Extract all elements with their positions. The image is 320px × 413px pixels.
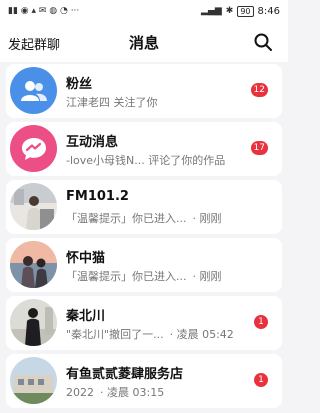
preview-time: · 凌晨 05:42 <box>169 328 234 341</box>
message-item-huaizhongmao[interactable]: 怀中猫 「温馨提示」你已进入... · 刚刚 <box>6 238 282 292</box>
message-name: 秦北川 <box>66 309 106 324</box>
status-time: 8:46 <box>257 5 280 17</box>
start-group-chat-button[interactable]: 发起群聊 <box>8 34 60 53</box>
message-item-qinbeichuan[interactable]: 秦北川 "秦北川"撤回了一... · 凌晨 05:42 1 <box>6 296 282 350</box>
unread-badge: 12 <box>250 83 268 97</box>
preview-time: · 凌晨 03:15 <box>100 386 165 399</box>
interaction-icon <box>10 125 57 172</box>
preview-time: · 刚刚 <box>192 212 222 225</box>
avatar <box>10 357 57 404</box>
preview-text: 「温馨提示」你已进入... <box>66 270 187 283</box>
message-name: 有鱼贰贰菱肆服务店 <box>66 367 184 382</box>
message-item-store[interactable]: 有鱼贰贰菱肆服务店 2022 · 凌晨 03:15 1 <box>6 354 282 408</box>
battery-level: 90 <box>237 5 254 17</box>
message-name: 粉丝 <box>66 77 93 92</box>
fans-icon <box>10 67 57 114</box>
page-title: 消息 <box>128 33 159 52</box>
preview-text: -love小母钱N... 评论了你的作品 <box>66 154 226 167</box>
status-right-icons: ▂▄▆ ✱ 90 8:46 <box>201 5 280 17</box>
preview-time: · 刚刚 <box>192 270 222 283</box>
status-bar: ▮▮ ◉ ▴ ✉ ◍ ◔ ··· ▂▄▆ ✱ 90 8:46 <box>0 0 288 22</box>
message-name: 怀中猫 <box>66 251 106 266</box>
message-preview: 「温馨提示」你已进入... · 刚刚 <box>66 268 246 284</box>
preview-text: 2022 <box>66 386 94 399</box>
preview-text: "秦北川"撤回了一... <box>66 328 164 341</box>
message-list: 粉丝 江津老四 关注了你 12 互动消息 -love小母钱N... 评论了你的作… <box>6 64 282 412</box>
message-preview: 江津老四 关注了你 <box>66 94 246 110</box>
preview-text: 江津老四 关注了你 <box>66 96 158 109</box>
signal-icon: ▂▄▆ <box>201 6 222 16</box>
message-name: FM101.2 <box>66 189 129 204</box>
avatar <box>10 183 57 230</box>
notification-icons: ▮▮ ◉ ▴ ✉ ◍ ◔ ··· <box>8 6 80 16</box>
message-item-fans[interactable]: 粉丝 江津老四 关注了你 12 <box>6 64 282 118</box>
unread-badge: 1 <box>254 373 268 387</box>
message-item-interactions[interactable]: 互动消息 -love小母钱N... 评论了你的作品 17 <box>6 122 282 176</box>
status-left-icons: ▮▮ ◉ ▴ ✉ ◍ ◔ ··· <box>8 6 79 16</box>
message-name: 互动消息 <box>66 135 119 150</box>
unread-badge: 17 <box>250 141 268 155</box>
message-preview: 2022 · 凌晨 03:15 <box>66 384 246 400</box>
message-preview: -love小母钱N... 评论了你的作品 <box>66 152 246 168</box>
avatar <box>10 299 57 346</box>
message-preview: 「温馨提示」你已进入... · 刚刚 <box>66 210 246 226</box>
preview-text: 「温馨提示」你已进入... <box>66 212 187 225</box>
unread-badge: 1 <box>254 315 268 329</box>
avatar <box>10 241 57 288</box>
search-icon[interactable] <box>254 33 272 51</box>
message-preview: "秦北川"撤回了一... · 凌晨 05:42 <box>66 326 246 342</box>
bluetooth-icon: ✱ <box>225 6 234 16</box>
top-bar: 发起群聊 消息 <box>0 22 288 62</box>
message-item-fm1012[interactable]: FM101.2 「温馨提示」你已进入... · 刚刚 <box>6 180 282 234</box>
